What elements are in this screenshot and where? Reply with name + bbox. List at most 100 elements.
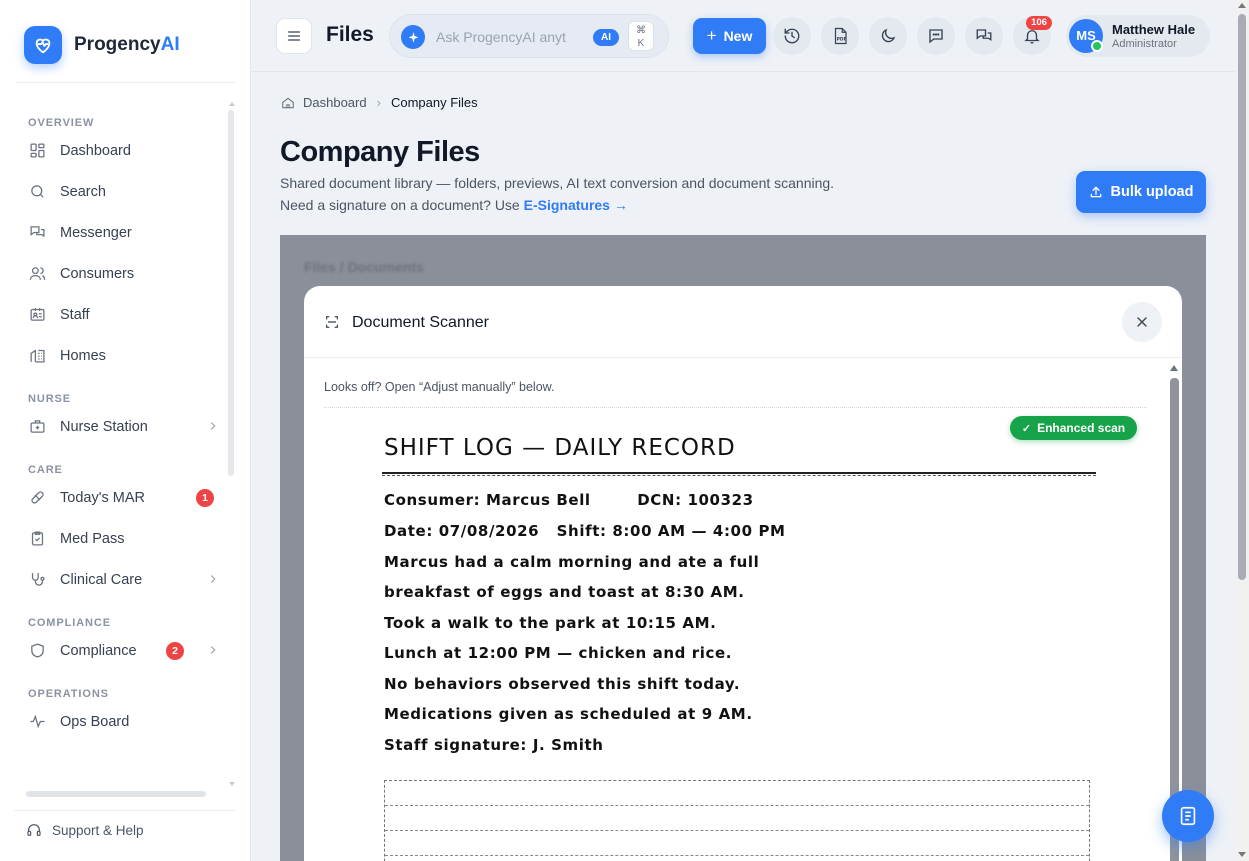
- home-icon: [281, 96, 295, 110]
- modal-header: Document Scanner: [304, 286, 1182, 358]
- sidebar-item-med-pass[interactable]: Med Pass: [0, 518, 236, 559]
- count-badge: 1: [196, 489, 214, 507]
- sidebar-item-homes[interactable]: Homes: [0, 335, 236, 376]
- sidebar-item-label: Ops Board: [60, 713, 130, 730]
- scan-icon: [324, 314, 340, 330]
- keyboard-shortcut: ⌘ K: [628, 21, 654, 51]
- headset-icon: [26, 822, 42, 838]
- ai-search-input[interactable]: Ask ProgencyAI anything: [436, 29, 566, 45]
- sidebar-item-compliance[interactable]: Compliance 2: [0, 630, 236, 671]
- menu-toggle-button[interactable]: [276, 18, 312, 54]
- section-compliance: COMPLIANCE: [28, 617, 111, 629]
- bulk-upload-button[interactable]: Bulk upload: [1076, 171, 1206, 213]
- document-line: Staff signature: J. Smith: [384, 736, 604, 754]
- medical-kit-icon: [28, 418, 46, 436]
- feedback-button[interactable]: [917, 17, 955, 55]
- notes-fab-button[interactable]: [1162, 790, 1214, 842]
- enhanced-scan-badge: ✓ Enhanced scan: [1010, 416, 1137, 440]
- moon-icon: [881, 28, 896, 43]
- sidebar-scrollbar[interactable]: [228, 110, 234, 476]
- sidebar-item-label: Today's MAR: [60, 489, 145, 506]
- sidebar-horizontal-scrollbar[interactable]: [26, 791, 206, 797]
- document-scanner-modal: Document Scanner Looks off? Open “Adjust…: [304, 286, 1182, 861]
- document-title: SHIFT LOG — DAILY RECORD: [384, 435, 736, 461]
- hamburger-icon: [288, 31, 300, 41]
- id-card-icon: [28, 306, 46, 324]
- brand[interactable]: ProgencyAI: [24, 26, 180, 64]
- document-line: Consumer: Marcus Bell DCN: 100323: [384, 491, 754, 509]
- users-icon: [28, 265, 46, 283]
- modal-scrollbar[interactable]: [1170, 378, 1179, 861]
- sidebar-item-ops-board[interactable]: Ops Board: [0, 701, 236, 742]
- support-link[interactable]: Support & Help: [26, 822, 144, 838]
- sidebar-item-clinical-care[interactable]: Clinical Care: [0, 559, 236, 600]
- sidebar-item-label: Nurse Station: [60, 418, 148, 435]
- sidebar-item-todays-mar[interactable]: Today's MAR 1: [0, 477, 236, 518]
- sparkle-icon: [401, 25, 425, 49]
- sidebar-item-label: Search: [60, 183, 106, 200]
- pdf-button[interactable]: PDF: [821, 17, 859, 55]
- building-icon: [28, 347, 46, 365]
- chevron-right-icon: [206, 643, 220, 657]
- document-line: Date: 07/08/2026 Shift: 8:00 AM — 4:00 P…: [384, 522, 786, 540]
- history-button[interactable]: [773, 17, 811, 55]
- sidebar-item-dashboard[interactable]: Dashboard: [0, 130, 236, 171]
- messages-button[interactable]: [965, 17, 1003, 55]
- scrollbar-thumb[interactable]: [1238, 14, 1246, 580]
- page-subtitle: Shared document library — folders, previ…: [280, 175, 835, 191]
- chat-bubbles-icon: [28, 224, 46, 242]
- page-scrollbar[interactable]: [1235, 0, 1249, 861]
- user-role: Administrator: [1112, 38, 1177, 50]
- document-line: Medications given as scheduled at 9 AM.: [384, 705, 753, 723]
- document-rule: [382, 475, 1096, 476]
- modal-backdrop[interactable]: Files / Documents Document Scanner Looks…: [280, 235, 1206, 861]
- document-line: Took a walk to the park at 10:15 AM.: [384, 614, 717, 632]
- sidebar-item-consumers[interactable]: Consumers: [0, 253, 236, 294]
- main-content: Dashboard › Company Files Company Files …: [251, 72, 1235, 861]
- breadcrumb-dashboard[interactable]: Dashboard: [303, 95, 367, 110]
- shield-icon: [28, 642, 46, 660]
- chevron-right-icon: [206, 419, 220, 433]
- topbar-title: Files: [326, 23, 374, 46]
- document-line: Lunch at 12:00 PM — chicken and rice.: [384, 644, 733, 662]
- section-nurse: NURSE: [28, 393, 72, 405]
- notification-count-badge: 106: [1026, 16, 1052, 30]
- scroll-down-arrow[interactable]: [229, 782, 235, 786]
- user-menu[interactable]: MS Matthew Hale Administrator: [1066, 15, 1210, 57]
- new-button[interactable]: + New: [693, 18, 766, 54]
- document-table: [384, 780, 1090, 861]
- grid-icon: [28, 142, 46, 160]
- document-line: No behaviors observed this shift today.: [384, 675, 741, 693]
- sidebar-item-staff[interactable]: Staff: [0, 294, 236, 335]
- document-line: Marcus had a calm morning and ate a full: [384, 553, 760, 571]
- activity-icon: [28, 713, 46, 731]
- sidebar-item-nurse-station[interactable]: Nurse Station: [0, 406, 236, 447]
- sidebar-nav: OVERVIEW Dashboard Search Messenger Cons…: [0, 100, 236, 790]
- chevron-right-icon: ›: [376, 95, 381, 110]
- close-button[interactable]: [1122, 302, 1162, 342]
- history-icon: [784, 28, 800, 44]
- dark-mode-toggle[interactable]: [869, 17, 907, 55]
- message-dots-icon: [929, 29, 943, 44]
- scroll-up-arrow[interactable]: [229, 102, 235, 106]
- scroll-up-arrow[interactable]: [1238, 3, 1246, 8]
- e-signatures-link[interactable]: E-Signatures →: [524, 197, 628, 213]
- clipboard-check-icon: [28, 530, 46, 548]
- document-notes-icon: [1180, 806, 1196, 826]
- svg-text:PDF: PDF: [837, 37, 847, 43]
- divider: [14, 810, 236, 811]
- sidebar-item-messenger[interactable]: Messenger: [0, 212, 236, 253]
- stethoscope-icon: [28, 571, 46, 589]
- ai-search-bar[interactable]: Ask ProgencyAI anything AI ⌘K: [389, 14, 669, 58]
- sidebar-item-search[interactable]: Search: [0, 171, 236, 212]
- section-care: CARE: [28, 464, 63, 476]
- scroll-down-arrow[interactable]: [1238, 852, 1246, 857]
- check-icon: ✓: [1021, 422, 1032, 435]
- pdf-file-icon: PDF: [834, 27, 847, 45]
- document-rule: [382, 472, 1096, 474]
- scroll-up-arrow[interactable]: [1170, 365, 1178, 371]
- brand-name: ProgencyAI: [74, 34, 180, 55]
- adjust-hint: Looks off? Open “Adjust manually” below.: [324, 380, 555, 394]
- heart-pulse-icon: [24, 26, 62, 64]
- support-label: Support & Help: [52, 822, 144, 838]
